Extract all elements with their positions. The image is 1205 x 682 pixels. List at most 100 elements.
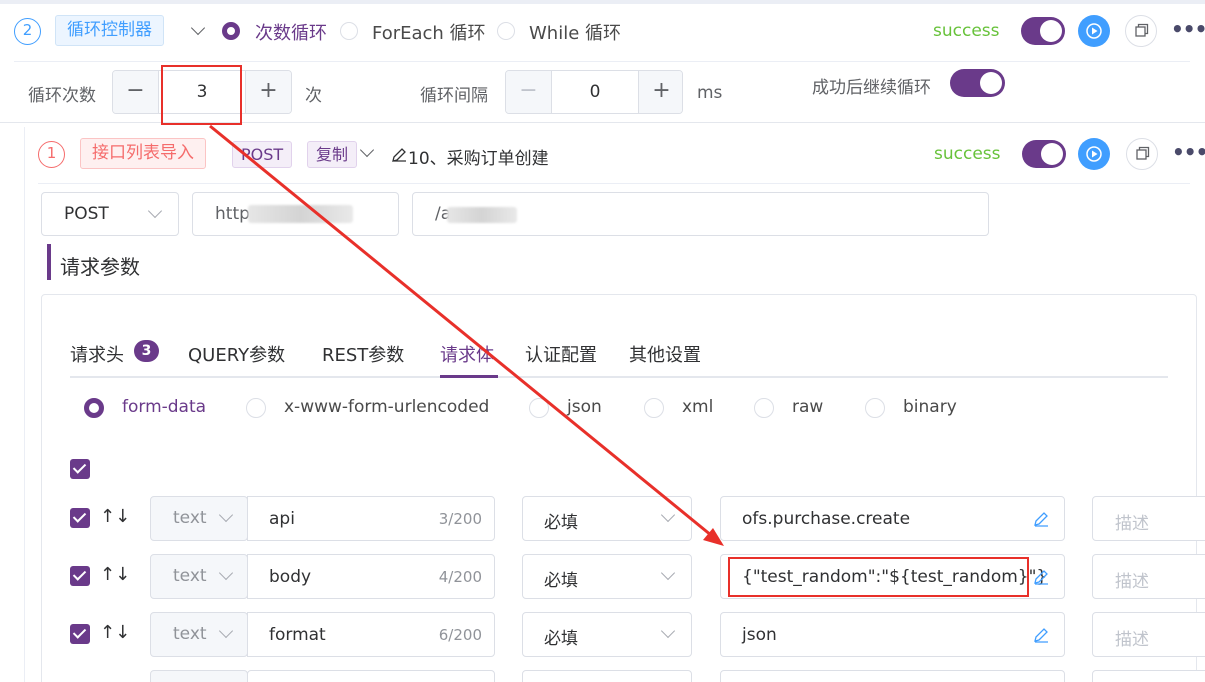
param-type-select[interactable]: text — [150, 612, 248, 657]
radio-xml[interactable] — [644, 398, 664, 418]
top-divider — [0, 0, 1205, 4]
mode-foreach-label[interactable]: ForEach 循环 — [372, 19, 486, 45]
param-required-select[interactable]: 必填 — [522, 554, 692, 599]
step-run-button[interactable] — [1078, 138, 1110, 170]
param-description-input[interactable] — [1092, 670, 1205, 682]
param-required-value: 必填 — [544, 513, 578, 533]
loop-enable-toggle[interactable] — [1021, 17, 1065, 45]
edit-pencil-icon[interactable] — [1032, 510, 1050, 528]
row-checkbox[interactable] — [70, 508, 90, 528]
method-select[interactable]: POST — [41, 192, 179, 236]
loop-run-button[interactable] — [1078, 15, 1110, 47]
redacted-blur — [248, 205, 353, 223]
param-value: json — [742, 625, 777, 645]
body-type-form-data[interactable]: form-data — [122, 397, 206, 417]
tab-body[interactable]: 请求体 — [440, 341, 494, 367]
param-value-input[interactable]: json — [720, 612, 1065, 657]
active-tab-indicator — [440, 375, 498, 378]
row-checkbox[interactable] — [70, 566, 90, 586]
tab-query[interactable]: QUERY参数 — [188, 341, 285, 367]
chevron-down-icon — [218, 565, 234, 581]
play-icon — [1086, 23, 1102, 39]
radio-json[interactable] — [529, 398, 549, 418]
count-decrement-button[interactable]: − — [113, 71, 159, 113]
param-key-input[interactable]: body 4/200 — [247, 554, 495, 599]
tabs-underline — [70, 376, 1168, 378]
count-increment-button[interactable]: + — [245, 71, 291, 113]
edit-pencil-icon[interactable] — [1032, 626, 1050, 644]
url-host-input[interactable]: http — [192, 192, 399, 236]
reorder-arrows-icon[interactable]: ↑↓ — [100, 622, 130, 643]
radio-urlencoded[interactable] — [246, 398, 266, 418]
step-copy-button[interactable] — [1126, 138, 1158, 170]
param-description-input[interactable]: 描述 — [1092, 612, 1205, 657]
param-description-input[interactable]: 描述 — [1092, 554, 1205, 599]
chevron-down-icon — [218, 507, 234, 523]
step-divider — [38, 183, 1190, 184]
chevron-down-icon — [660, 565, 676, 581]
row-checkbox[interactable] — [70, 624, 90, 644]
reorder-arrows-icon[interactable]: ↑↓ — [100, 564, 130, 585]
continue-on-success-toggle[interactable] — [950, 69, 1005, 97]
param-required-value: 必填 — [544, 571, 578, 591]
tab-rest[interactable]: REST参数 — [322, 341, 404, 367]
method-select-value: POST — [64, 204, 109, 224]
body-type-xml[interactable]: xml — [682, 397, 713, 417]
radio-binary[interactable] — [865, 398, 885, 418]
body-type-urlencoded[interactable]: x-www-form-urlencoded — [284, 397, 489, 417]
param-type-select[interactable] — [150, 670, 248, 682]
radio-raw[interactable] — [754, 398, 774, 418]
step-more-icon[interactable]: ••• — [1172, 140, 1205, 164]
param-required-select[interactable]: 必填 — [522, 612, 692, 657]
body-type-json[interactable]: json — [567, 397, 602, 417]
loop-interval-stepper[interactable]: − 0 + — [505, 70, 683, 114]
edit-pencil-icon[interactable] — [1032, 568, 1050, 586]
step-enable-toggle[interactable] — [1022, 140, 1066, 168]
radio-form-data[interactable] — [84, 398, 104, 418]
radio-count-loop[interactable] — [222, 22, 240, 40]
param-key-input[interactable] — [247, 670, 495, 682]
url-path-input[interactable]: /a — [412, 192, 989, 236]
interval-value[interactable]: 0 — [552, 71, 638, 113]
param-value-input[interactable]: ofs.purchase.create — [720, 496, 1065, 541]
step-status: success — [934, 144, 1001, 164]
param-key-input[interactable]: api 3/200 — [247, 496, 495, 541]
loop-more-icon[interactable]: ••• — [1171, 17, 1205, 41]
source-tag: 接口列表导入 — [80, 138, 206, 169]
param-type-select[interactable]: text — [150, 554, 248, 599]
loop-copy-button[interactable] — [1125, 15, 1157, 47]
param-description-placeholder: 描述 — [1115, 630, 1149, 650]
mode-while-label[interactable]: While 循环 — [529, 19, 621, 45]
param-key-input[interactable]: format 6/200 — [247, 612, 495, 657]
param-description-input[interactable]: 描述 — [1092, 496, 1205, 541]
mode-count-label[interactable]: 次数循环 — [255, 19, 327, 45]
rename-pencil-icon[interactable] — [390, 146, 408, 164]
param-required-select[interactable]: 必填 — [522, 496, 692, 541]
param-type-select[interactable]: text — [150, 496, 248, 541]
tab-auth[interactable]: 认证配置 — [525, 341, 597, 367]
radio-foreach-loop[interactable] — [340, 22, 358, 40]
copy-icon — [1135, 23, 1149, 37]
chevron-down-icon — [147, 203, 163, 219]
param-value-input[interactable] — [720, 670, 1065, 682]
chevron-down-icon — [218, 623, 234, 639]
annotation-box-count — [161, 65, 242, 125]
reorder-arrows-icon[interactable]: ↑↓ — [100, 506, 130, 527]
section-title: 请求参数 — [60, 255, 140, 279]
body-type-binary[interactable]: binary — [903, 397, 957, 417]
tab-other[interactable]: 其他设置 — [629, 341, 701, 367]
tab-headers[interactable]: 请求头 — [70, 341, 124, 367]
copy-icon — [1136, 146, 1150, 160]
body-type-raw[interactable]: raw — [792, 397, 823, 417]
param-value: ofs.purchase.create — [742, 509, 911, 529]
param-required-select[interactable] — [522, 670, 692, 682]
interval-increment-button[interactable]: + — [638, 71, 682, 113]
radio-while-loop[interactable] — [497, 22, 515, 40]
param-type-value: text — [173, 508, 207, 528]
step-index-badge: 1 — [38, 141, 65, 168]
interval-decrement-button[interactable]: − — [506, 71, 552, 113]
select-all-checkbox[interactable] — [70, 459, 90, 479]
loop-status: success — [933, 21, 1000, 41]
copy-tag[interactable]: 复制 — [307, 141, 358, 168]
chevron-down-icon — [660, 623, 676, 639]
